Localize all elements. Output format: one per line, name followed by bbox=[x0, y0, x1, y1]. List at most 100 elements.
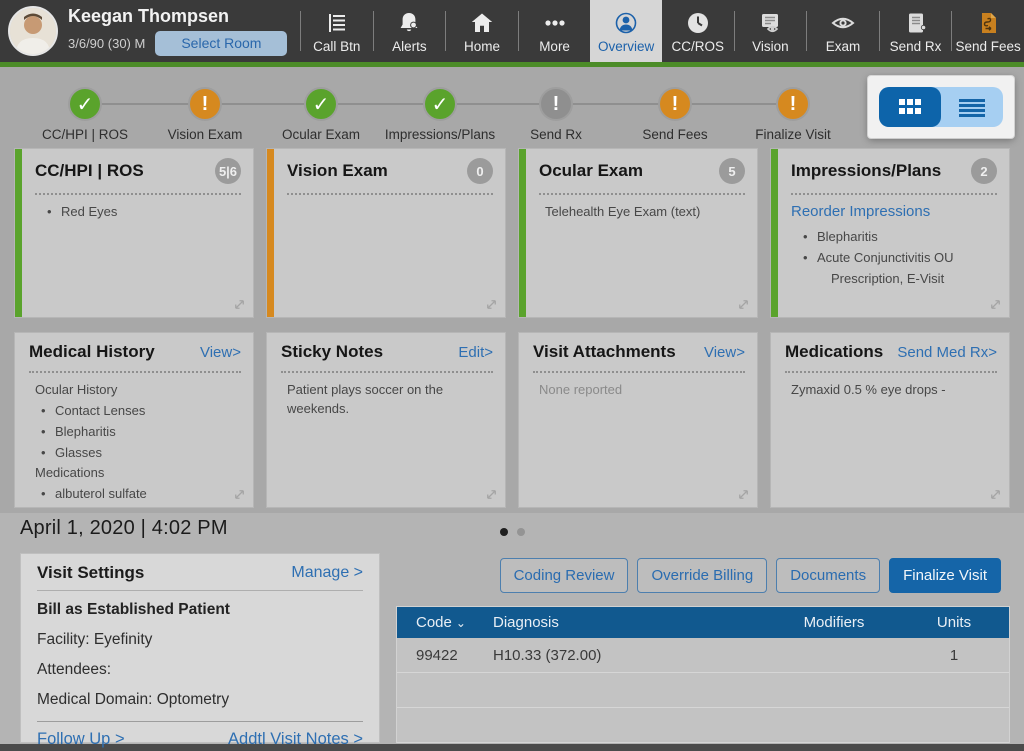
card-ocular-exam[interactable]: Ocular Exam 5 Telehealth Eye Exam (text) bbox=[518, 148, 758, 318]
eye-icon bbox=[831, 17, 855, 29]
bill-type-line: Bill as Established Patient bbox=[37, 601, 230, 618]
resize-handle-icon[interactable] bbox=[736, 487, 751, 502]
visit-cards-row: CC/HPI | ROS 5|6 Red Eyes Vision Exam 0 bbox=[14, 148, 1010, 318]
card-title: Ocular Exam bbox=[539, 161, 643, 180]
card-medications[interactable]: Medications Send Med Rx> Zymaxid 0.5 % e… bbox=[770, 332, 1010, 508]
divider bbox=[785, 371, 997, 373]
grid-view-button[interactable] bbox=[879, 87, 941, 127]
resize-handle-icon[interactable] bbox=[988, 297, 1003, 312]
finalize-visit-button[interactable]: Finalize Visit bbox=[889, 558, 1001, 593]
divider bbox=[539, 193, 745, 195]
send-med-rx-link[interactable]: Send Med Rx> bbox=[897, 344, 997, 361]
patient-summary: Keegan Thompsen 3/6/90 (30) M Select Roo… bbox=[0, 0, 300, 62]
diagnosis-column-header: Diagnosis bbox=[493, 614, 559, 631]
nav-more[interactable]: More bbox=[519, 0, 591, 62]
attendees-line: Attendees: bbox=[37, 661, 112, 678]
nav-send-rx[interactable]: Send Rx bbox=[880, 0, 952, 62]
step-complete-icon: ✓ bbox=[68, 87, 102, 121]
empty-state-text: None reported bbox=[539, 382, 623, 397]
card-sticky-notes[interactable]: Sticky Notes Edit> Patient plays soccer … bbox=[266, 332, 506, 508]
home-icon bbox=[471, 13, 493, 32]
follow-up-link[interactable]: Follow Up > bbox=[37, 730, 125, 749]
override-billing-button[interactable]: Override Billing bbox=[637, 558, 768, 593]
nav-cc-ros[interactable]: CC/ROS bbox=[662, 0, 734, 62]
view-link[interactable]: View> bbox=[704, 344, 745, 361]
call-button-icon bbox=[328, 14, 345, 32]
card-title: Impressions/Plans bbox=[791, 161, 942, 180]
list-item-sub: Prescription, E-Visit bbox=[831, 270, 945, 286]
nav-vision[interactable]: Vision bbox=[735, 0, 807, 62]
card-accent bbox=[771, 149, 778, 317]
card-text: Patient plays soccer on the weekends. bbox=[287, 382, 444, 416]
coding-review-button[interactable]: Coding Review bbox=[499, 558, 629, 593]
visit-detail-section: April 1, 2020 | 4:02 PM Visit Settings M… bbox=[0, 513, 1024, 748]
step-pending-icon: ! bbox=[539, 87, 573, 121]
divider bbox=[791, 193, 997, 195]
bell-icon bbox=[400, 13, 418, 32]
code-column-header[interactable]: Code ⌄ bbox=[397, 614, 493, 631]
resize-handle-icon[interactable] bbox=[232, 487, 247, 502]
view-link[interactable]: View> bbox=[200, 344, 241, 361]
history-cards-row: Medical History View> Ocular History Con… bbox=[14, 332, 1010, 508]
visit-settings-panel: Visit Settings Manage > Bill as Establis… bbox=[20, 553, 380, 748]
units-cell: 1 bbox=[949, 646, 959, 664]
list-view-button[interactable] bbox=[941, 87, 1003, 127]
list-item: Acute Conjunctivitis OU bbox=[791, 249, 997, 268]
patient-avatar[interactable] bbox=[8, 6, 58, 56]
vision-doc-eye-icon bbox=[762, 14, 779, 33]
card-cc-hpi-ros[interactable]: CC/HPI | ROS 5|6 Red Eyes bbox=[14, 148, 254, 318]
manage-link[interactable]: Manage > bbox=[291, 564, 363, 582]
nav-exam[interactable]: Exam bbox=[807, 0, 879, 62]
card-visit-attachments[interactable]: Visit Attachments View> None reported bbox=[518, 332, 758, 508]
table-row[interactable]: 99422 H10.33 (372.00) 1 bbox=[397, 638, 1009, 673]
nav-alerts[interactable]: Alerts bbox=[374, 0, 446, 62]
divider bbox=[37, 721, 363, 722]
table-row-empty bbox=[397, 708, 1009, 743]
card-accent bbox=[15, 149, 22, 317]
step-finalize-visit[interactable]: ! Finalize Visit bbox=[703, 87, 883, 142]
resize-handle-icon[interactable] bbox=[484, 487, 499, 502]
reorder-impressions-link[interactable]: Reorder Impressions bbox=[791, 203, 997, 220]
visit-progress-stepper: ✓ CC/HPI | ROS ! Vision Exam ✓ Ocular Ex… bbox=[0, 67, 1024, 145]
nav-overview[interactable]: Overview bbox=[590, 0, 662, 62]
nav-home[interactable]: Home bbox=[446, 0, 518, 62]
resize-handle-icon[interactable] bbox=[484, 297, 499, 312]
toolbar-nav: Call Btn Alerts Home More Overview CC/RO… bbox=[301, 0, 1024, 62]
nav-send-fees[interactable]: Send Fees bbox=[952, 0, 1024, 62]
list-icon bbox=[959, 99, 985, 117]
nav-call-btn[interactable]: Call Btn bbox=[301, 0, 373, 62]
card-medical-history[interactable]: Medical History View> Ocular History Con… bbox=[14, 332, 254, 508]
sort-caret-icon: ⌄ bbox=[455, 616, 466, 630]
edit-link[interactable]: Edit> bbox=[458, 344, 493, 361]
resize-handle-icon[interactable] bbox=[736, 297, 751, 312]
card-accent bbox=[267, 149, 274, 317]
resize-handle-icon[interactable] bbox=[988, 487, 1003, 502]
resize-handle-icon[interactable] bbox=[232, 297, 247, 312]
step-warning-icon: ! bbox=[658, 87, 692, 121]
count-badge: 2 bbox=[971, 158, 997, 184]
addtl-visit-notes-link[interactable]: Addtl Visit Notes > bbox=[228, 730, 363, 749]
list-item: Contact Lenses bbox=[29, 402, 241, 421]
grid-icon bbox=[899, 99, 921, 114]
step-complete-icon: ✓ bbox=[304, 87, 338, 121]
card-text: Zymaxid 0.5 % eye drops - bbox=[791, 382, 946, 397]
page-dot-active[interactable] bbox=[499, 528, 508, 536]
view-toggle bbox=[879, 87, 1003, 127]
card-title: Sticky Notes bbox=[281, 342, 384, 361]
table-header-row: Code ⌄ Diagnosis Modifiers Units bbox=[397, 607, 1009, 638]
card-title: CC/HPI | ROS bbox=[35, 161, 144, 180]
card-impressions-plans[interactable]: Impressions/Plans 2 Reorder Impressions … bbox=[770, 148, 1010, 318]
modifiers-column-header: Modifiers bbox=[803, 614, 865, 631]
visit-settings-title: Visit Settings bbox=[37, 563, 145, 582]
documents-button[interactable]: Documents bbox=[776, 558, 881, 593]
clock-icon bbox=[687, 13, 708, 33]
card-vision-exam[interactable]: Vision Exam 0 bbox=[266, 148, 506, 318]
divider bbox=[281, 371, 493, 373]
medical-domain-line: Medical Domain: Optometry bbox=[37, 691, 230, 708]
select-room-button[interactable]: Select Room bbox=[155, 31, 288, 56]
patient-name: Keegan Thompsen bbox=[68, 6, 230, 27]
table-row-empty bbox=[397, 673, 1009, 708]
list-item: Blepharitis bbox=[29, 423, 241, 442]
send-rx-doc-icon bbox=[908, 13, 926, 33]
page-dot[interactable] bbox=[516, 528, 525, 536]
